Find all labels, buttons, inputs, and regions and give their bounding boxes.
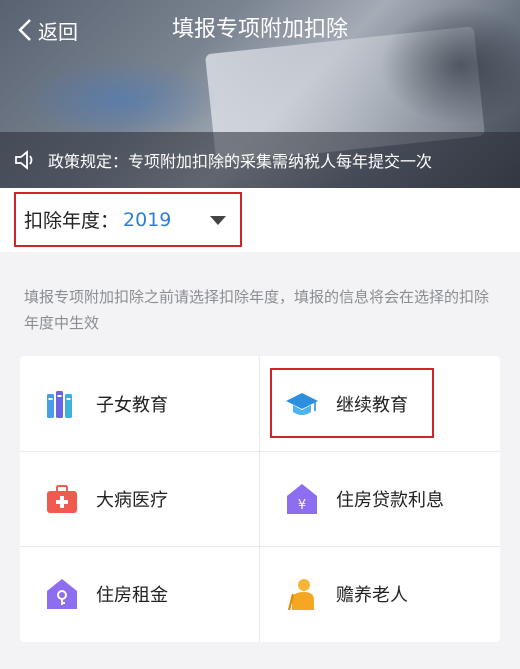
- category-label: 大病医疗: [96, 489, 168, 511]
- policy-notice: 政策规定：专项附加扣除的采集需纳税人每年提交一次: [0, 132, 520, 188]
- house-yuan-icon: ¥: [287, 483, 317, 514]
- graduation-cap-icon: [286, 392, 318, 415]
- caret-down-icon: [210, 216, 226, 225]
- year-label: 扣除年度：: [24, 210, 120, 232]
- category-continuing-education[interactable]: 继续教育: [260, 356, 500, 451]
- house-key-icon: [47, 578, 77, 609]
- speaker-icon: [15, 150, 33, 170]
- medical-kit-icon: [47, 484, 77, 513]
- hint-text: 填报专项附加扣除之前请选择扣除年度，填报的信息将会在选择的扣除年度中生效: [24, 288, 490, 332]
- category-label: 子女教育: [96, 394, 168, 416]
- books-icon: [47, 390, 72, 418]
- svg-text:¥: ¥: [298, 498, 306, 513]
- year-selector-row: 扣除年度： 2019: [0, 188, 520, 252]
- category-elderly-support[interactable]: 赡养老人: [260, 546, 500, 641]
- year-value: 2019: [123, 208, 172, 231]
- category-housing-rent[interactable]: 住房租金: [20, 546, 260, 641]
- banner-background-shape: [20, 60, 220, 140]
- policy-notice-text: 政策规定：专项附加扣除的采集需纳税人每年提交一次: [48, 152, 433, 171]
- year-selector[interactable]: 扣除年度： 2019: [14, 192, 242, 247]
- category-grid: 子女教育 继续教育 大病医疗 ¥ 住房贷款利息 住房租金 赡养老人: [20, 356, 500, 642]
- category-label: 住房贷款利息: [336, 489, 444, 511]
- category-label: 住房租金: [96, 584, 168, 606]
- category-label: 继续教育: [336, 394, 408, 416]
- header-banner: 返回 填报专项附加扣除 政策规定：专项附加扣除的采集需纳税人每年提交一次: [0, 0, 520, 188]
- category-serious-illness-medical[interactable]: 大病医疗: [20, 451, 260, 546]
- page-title: 填报专项附加扣除: [171, 17, 348, 42]
- category-children-education[interactable]: 子女教育: [20, 356, 260, 451]
- screen: 返回 填报专项附加扣除 政策规定：专项附加扣除的采集需纳税人每年提交一次 扣除年…: [0, 0, 520, 669]
- category-label: 赡养老人: [336, 584, 408, 606]
- elderly-person-icon: [287, 578, 314, 610]
- category-housing-loan-interest[interactable]: ¥ 住房贷款利息: [260, 451, 500, 546]
